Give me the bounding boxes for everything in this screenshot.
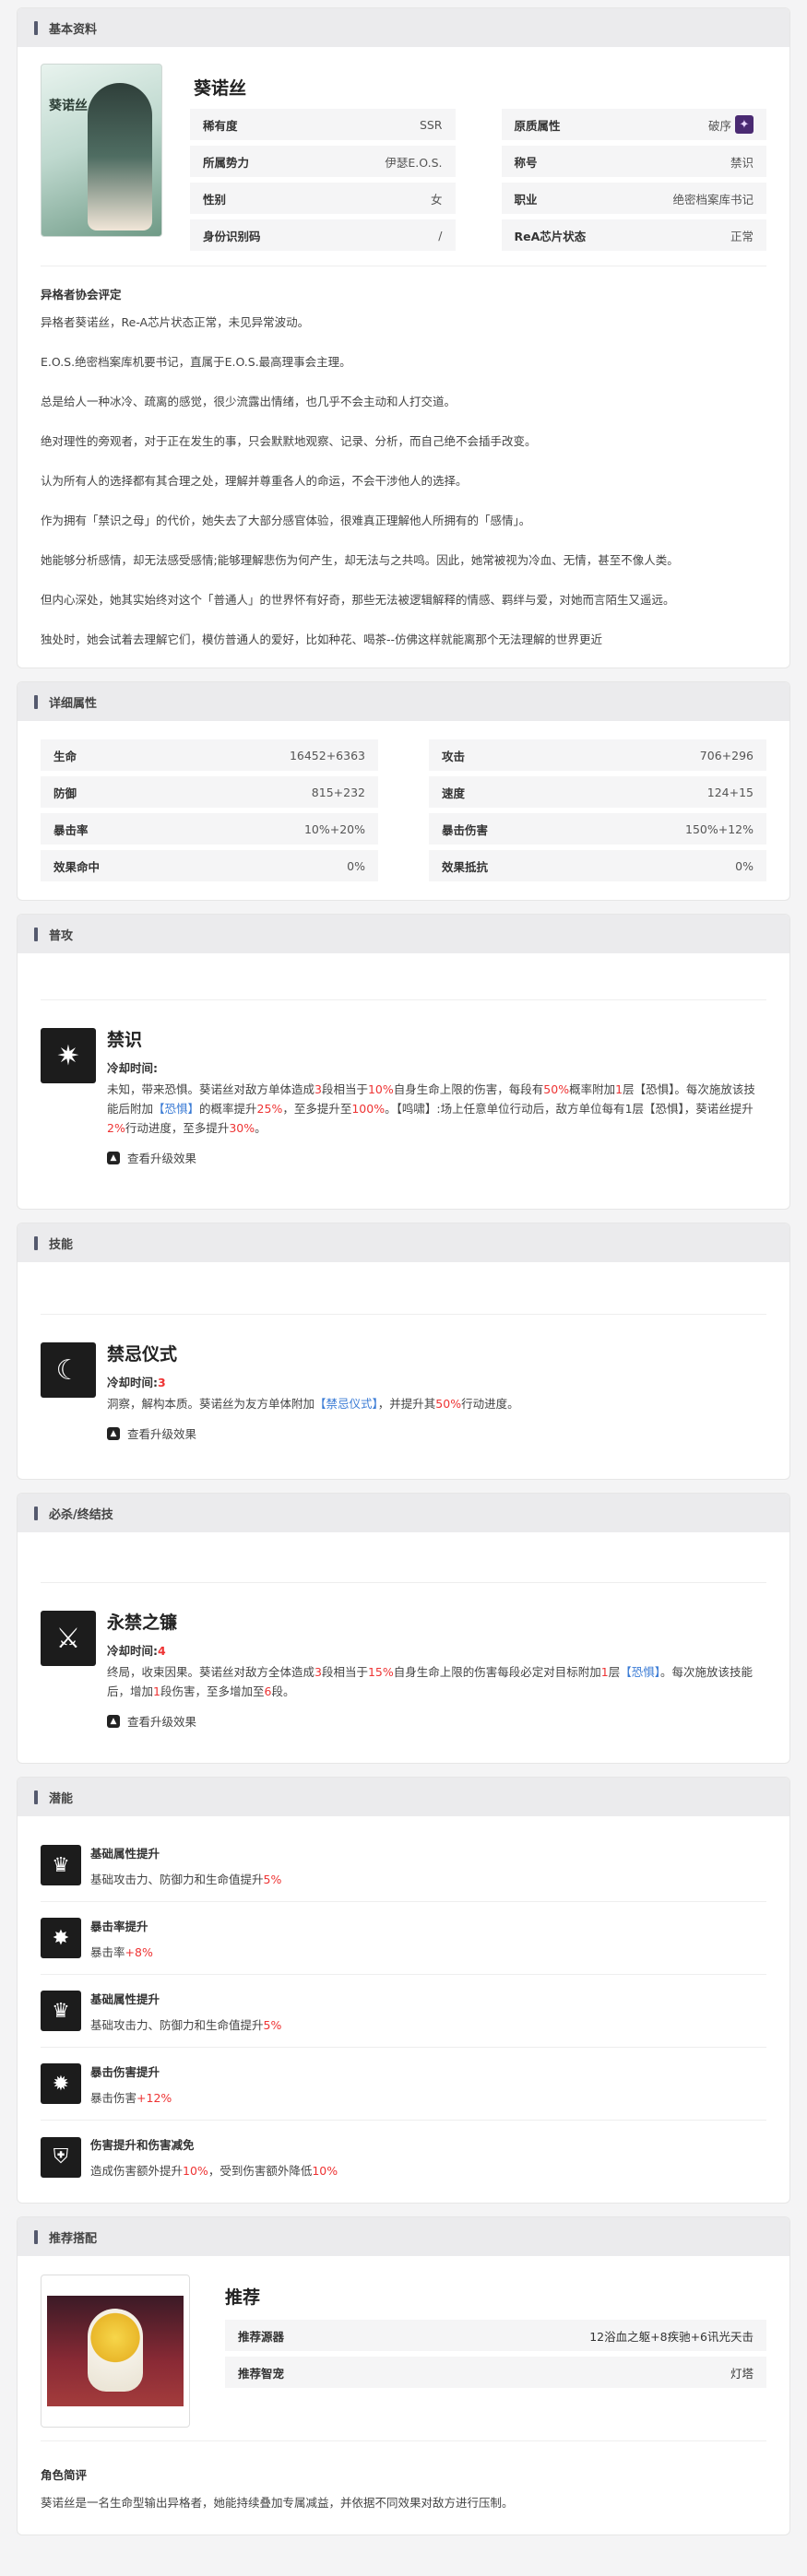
stat-crit-dmg: 暴击伤害 150%+12% (429, 813, 766, 845)
detail-stats-card: 详细属性 生命 16452+6363 攻击 706+296 防御 815+232 速度… (17, 681, 790, 901)
section-title: 普攻 (49, 928, 74, 943)
review-text: 葵诺丝是一名生命型输出异格者，她能持续叠加专属减益，并依据不同效果对敌方进行压制… (41, 2496, 514, 2510)
section-title: 技能 (49, 1237, 74, 1252)
potential-item: ✸ 暴击率提升 暴击率+8% (41, 1902, 766, 1975)
ritual-icon: ☾ (41, 1342, 96, 1398)
scythe-icon: ⚔ (41, 1611, 96, 1666)
character-name: 葵诺丝 (194, 78, 247, 99)
recommend-pet: 推荐智宠 灯塔 (225, 2357, 766, 2388)
section-title: 详细属性 (49, 696, 98, 711)
portrait-name: 葵诺丝 (49, 99, 88, 113)
potential-card: 潜能 ♛ 基础属性提升 基础攻击力、防御力和生命值提升5% ✸ 暴击率提升 暴击率+… (17, 1777, 790, 2204)
pet-image (41, 2275, 190, 2428)
view-upgrade-link[interactable]: ▲ 查看升级效果 (107, 1424, 766, 1442)
cooldown: 冷却时间: (107, 1061, 158, 1075)
normal-attack-card: 普攻 ✷ 禁识 冷却时间: 未知，带来恐惧。葵诺丝对敌方单体造成3段相当于10%… (17, 914, 790, 1210)
section-title: 潜能 (49, 1791, 74, 1806)
crystal-icon: ✦ (735, 115, 754, 134)
evaluation-text: 异格者葵诺丝，Re-A芯片状态正常，未见异常波动。 E.O.S.绝密档案库机要书… (41, 315, 679, 646)
recommend-card: 推荐搭配 推荐 推荐源器 12浴血之躯+8疾驰+6讯光天击 推荐智宠 灯塔 角色简评… (17, 2216, 790, 2535)
section-header: 基本资料 (18, 8, 789, 47)
stat-crit-rate: 暴击率 10%+20% (41, 813, 378, 845)
field-id-code: 身份识别码 / (190, 219, 456, 251)
section-title: 必杀/终结技 (49, 1507, 113, 1522)
character-portrait: 葵诺丝 (41, 64, 162, 237)
upgrade-icon: ▲ (107, 1151, 120, 1164)
section-header: 必杀/终结技 (18, 1494, 789, 1532)
recommend-title: 推荐 (225, 2287, 261, 2308)
skill-description: 洞察，解构本质。葵诺丝为友方单体附加【禁忌仪式】，并提升其50%行动进度。 (107, 1397, 519, 1411)
skill-name: 永禁之镰 (107, 1613, 178, 1633)
potential-item: ⛨ 伤害提升和伤害减免 造成伤害额外提升10%，受到伤害额外降低10% (41, 2121, 766, 2193)
stat-effect-hit: 效果命中 0% (41, 850, 378, 881)
upgrade-icon: ▲ (107, 1426, 120, 1440)
skill-name: 禁忌仪式 (107, 1344, 178, 1365)
stat-spd: 速度 124+15 (429, 776, 766, 808)
section-header: 推荐搭配 (18, 2217, 789, 2256)
section-header: 详细属性 (18, 682, 789, 721)
view-upgrade-link[interactable]: ▲ 查看升级效果 (107, 1712, 766, 1730)
recommend-artifact: 推荐源器 12浴血之躯+8疾驰+6讯光天击 (225, 2320, 766, 2351)
ultimate-card: 必杀/终结技 ⚔ 永禁之镰 冷却时间:4 终局，收束因果。葵诺丝对敌方全体造成3… (17, 1493, 790, 1764)
cooldown: 冷却时间:3 (107, 1376, 166, 1389)
section-header: 普攻 (18, 915, 789, 953)
stat-def: 防御 815+232 (41, 776, 378, 808)
field-chip-status: ReA芯片状态 正常 (501, 219, 766, 251)
star-burst-icon: ✸ (41, 1918, 81, 1958)
potential-item: ♛ 基础属性提升 基础攻击力、防御力和生命值提升5% (41, 1829, 766, 1902)
field-gender: 性别女 (190, 183, 456, 214)
stat-hp: 生命 16452+6363 (41, 739, 378, 771)
field-attribute: 原质属性 破序 ✦ (501, 109, 766, 140)
section-header: 技能 (18, 1223, 789, 1262)
skill-card: 技能 ☾ 禁忌仪式 冷却时间:3 洞察，解构本质。葵诺丝为友方单体附加【禁忌仪式… (17, 1223, 790, 1480)
field-rarity: 稀有度 SSR (190, 109, 456, 140)
crown-icon: ♛ (41, 1991, 81, 2031)
skill-name: 禁识 (107, 1030, 143, 1050)
cooldown: 冷却时间:4 (107, 1644, 166, 1658)
skill-description: 终局，收束因果。葵诺丝对敌方全体造成3段相当于15%自身生命上限的伤害每段必定对… (107, 1665, 754, 1698)
forbidden-knowledge-icon: ✷ (41, 1028, 96, 1083)
basic-info-card: 基本资料 葵诺丝 葵诺丝 稀有度 SSR 原质属性 破序 ✦ 所属势力 伊瑟E.O.S.… (17, 7, 790, 668)
potential-item: ♛ 基础属性提升 基础攻击力、防御力和生命值提升5% (41, 1975, 766, 2048)
review-title: 角色简评 (41, 2468, 88, 2482)
potential-item: ✹ 暴击伤害提升 暴击伤害+12% (41, 2048, 766, 2121)
section-title: 推荐搭配 (49, 2231, 98, 2246)
skill-description: 未知，带来恐惧。葵诺丝对敌方单体造成3段相当于10%自身生命上限的伤害，每段有5… (107, 1082, 755, 1135)
field-title: 称号 禁识 (501, 146, 766, 177)
stat-atk: 攻击 706+296 (429, 739, 766, 771)
shield-icon: ⛨ (41, 2136, 81, 2178)
upgrade-icon: ▲ (107, 1714, 120, 1728)
field-faction: 所属势力 伊瑟E.O.S. (190, 146, 456, 177)
page: 基本资料 葵诺丝 葵诺丝 稀有度 SSR 原质属性 破序 ✦ 所属势力 伊瑟E.O.S.… (0, 0, 807, 2576)
stat-effect-res: 效果抵抗 0% (429, 850, 766, 881)
crown-icon: ♛ (41, 1845, 81, 1885)
evaluation-title: 异格者协会评定 (41, 288, 122, 301)
gear-burst-icon: ✹ (41, 2063, 81, 2104)
view-upgrade-link[interactable]: ▲ 查看升级效果 (107, 1149, 766, 1166)
section-header: 潜能 (18, 1778, 789, 1816)
section-title: 基本资料 (49, 22, 98, 37)
field-job: 职业 绝密档案库书记 (501, 183, 766, 214)
